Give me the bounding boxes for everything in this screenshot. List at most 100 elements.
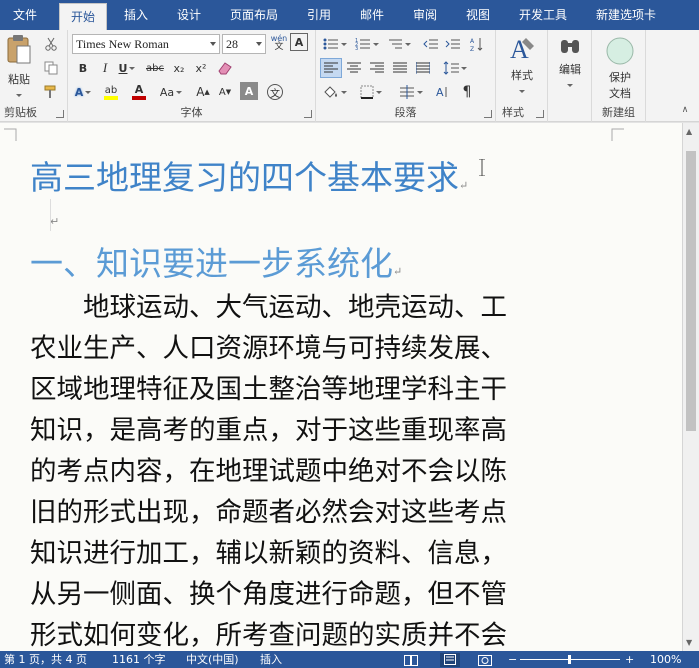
paste-button[interactable]: 粘贴: [4, 34, 34, 97]
language-indicator[interactable]: 中文(中国): [186, 651, 239, 668]
line-spacing-icon: [443, 61, 459, 75]
zoom-in-button[interactable]: +: [625, 651, 634, 668]
italic-button[interactable]: I: [94, 58, 116, 78]
tab-mailings[interactable]: 邮件: [349, 0, 395, 30]
zoom-slider-thumb[interactable]: [568, 655, 571, 664]
grow-font-button[interactable]: A ▲: [192, 82, 214, 102]
document-page[interactable]: 高三地理复习的四个基本要求↵ ↵ 一、知识要进一步系统化↵ 地球运动、大气运动、…: [0, 123, 682, 651]
change-case-button[interactable]: Aa: [156, 82, 186, 102]
increase-indent-button[interactable]: [442, 34, 464, 54]
char-shading-button[interactable]: A: [240, 82, 258, 100]
read-mode-icon[interactable]: [404, 654, 418, 668]
tab-file[interactable]: 文件: [0, 0, 50, 30]
status-bar: 第 1 页，共 4 页 1161 个字 中文(中国) 插入 − + 100%: [0, 651, 699, 668]
tab-view[interactable]: 视图: [455, 0, 501, 30]
underline-button[interactable]: U: [116, 58, 138, 78]
protect-document-button[interactable]: 保护 文档: [598, 36, 642, 100]
chinese-layout-button[interactable]: [396, 82, 426, 102]
page-count[interactable]: 第 1 页，共 4 页: [4, 651, 87, 668]
font-group-label: 字体: [180, 106, 203, 119]
eraser-icon: [218, 62, 232, 75]
sort-button[interactable]: AZ: [466, 34, 488, 54]
styles-button[interactable]: A 样式: [502, 34, 542, 96]
indent-guide: [50, 199, 51, 231]
font-launcher[interactable]: [304, 110, 312, 118]
collapse-ribbon-button[interactable]: ∧: [676, 102, 694, 118]
print-layout-icon[interactable]: [440, 653, 460, 667]
tab-insert[interactable]: 插入: [113, 0, 159, 30]
tab-home[interactable]: 开始: [59, 3, 107, 30]
justify-button[interactable]: [389, 58, 411, 78]
numbering-button[interactable]: 123: [352, 34, 382, 54]
distributed-button[interactable]: [412, 58, 434, 78]
char-border-button[interactable]: A: [290, 33, 308, 51]
shading-button[interactable]: [320, 82, 350, 102]
body-paragraph[interactable]: 地球运动、大气运动、地壳运动、工 农业生产、人口资源环境与可持续发展、 区域地理…: [30, 287, 605, 651]
char-shading-label: A: [244, 84, 254, 98]
styles-button-label: 样式: [511, 69, 533, 82]
scroll-up-icon[interactable]: ▲: [686, 127, 692, 136]
phonetic-guide-button[interactable]: wén 文: [268, 33, 290, 53]
bullets-button[interactable]: [320, 34, 350, 54]
body-line: 知识，是高考的重点，对于这些重现率高: [30, 415, 507, 446]
copy-button[interactable]: [40, 58, 62, 78]
show-marks-button[interactable]: ¶: [456, 82, 478, 102]
scroll-down-icon[interactable]: ▼: [686, 638, 692, 647]
font-size-value: 28: [226, 37, 238, 51]
body-line: 知识进行加工，辅以新颖的资料、信息，: [30, 538, 507, 569]
clear-formatting-button[interactable]: [214, 58, 236, 78]
tab-design[interactable]: 设计: [166, 0, 212, 30]
justify-icon: [393, 62, 407, 73]
insert-mode[interactable]: 插入: [260, 651, 282, 668]
word-count[interactable]: 1161 个字: [112, 651, 166, 668]
multilevel-list-button[interactable]: [384, 34, 414, 54]
asian-typography-button[interactable]: A: [432, 82, 454, 102]
bold-button[interactable]: B: [72, 58, 94, 78]
bold-label: B: [78, 61, 88, 75]
font-name-value: Times New Roman: [76, 37, 169, 51]
web-layout-icon[interactable]: [478, 654, 492, 668]
text-effects-button[interactable]: A: [72, 82, 94, 102]
paste-label: 粘贴: [8, 73, 30, 86]
document-title[interactable]: 高三地理复习的四个基本要求↵: [30, 151, 468, 199]
tab-page-layout[interactable]: 页面布局: [222, 0, 286, 30]
font-size-combo[interactable]: 28: [222, 34, 266, 54]
tab-references[interactable]: 引用: [296, 0, 342, 30]
decrease-indent-button[interactable]: [420, 34, 442, 54]
scrollbar-thumb[interactable]: [686, 151, 696, 431]
zoom-out-button[interactable]: −: [508, 651, 517, 668]
borders-button[interactable]: [356, 82, 386, 102]
vertical-scrollbar[interactable]: ▲ ▼: [682, 123, 699, 651]
body-line: 区域地理特征及国土整治等地理学科主干: [30, 374, 507, 405]
line-spacing-button[interactable]: [440, 58, 470, 78]
margin-corner-right: [611, 128, 624, 141]
format-painter-button[interactable]: [40, 82, 62, 102]
superscript-label: x²: [195, 61, 207, 75]
enclose-char-button[interactable]: 文: [264, 82, 286, 102]
align-right-button[interactable]: [366, 58, 388, 78]
tab-developer[interactable]: 开发工具: [510, 0, 576, 30]
heading-1[interactable]: 一、知识要进一步系统化↵: [30, 237, 402, 285]
styles-launcher[interactable]: [536, 110, 544, 118]
clipboard-launcher[interactable]: [56, 110, 64, 118]
distributed-icon: [416, 62, 430, 74]
document-area[interactable]: 高三地理复习的四个基本要求↵ ↵ 一、知识要进一步系统化↵ 地球运动、大气运动、…: [0, 123, 682, 651]
superscript-button[interactable]: x²: [190, 58, 212, 78]
font-name-combo[interactable]: Times New Roman: [72, 34, 220, 54]
highlight-button[interactable]: ab: [100, 82, 122, 102]
scissors-icon: [45, 37, 57, 51]
tab-review[interactable]: 审阅: [402, 0, 448, 30]
strikethrough-button[interactable]: abc: [144, 58, 166, 78]
paragraph-group-label: 段落: [394, 106, 417, 119]
font-color-button[interactable]: A: [128, 82, 150, 102]
subscript-button[interactable]: x₂: [168, 58, 190, 78]
italic-label: I: [102, 60, 108, 75]
editing-button[interactable]: 编辑: [552, 34, 588, 96]
shrink-font-button[interactable]: A ▼: [214, 82, 236, 102]
tab-new[interactable]: 新建选项卡: [588, 0, 664, 30]
zoom-level[interactable]: 100%: [650, 651, 681, 668]
align-center-button[interactable]: [343, 58, 365, 78]
cut-button[interactable]: [40, 34, 62, 54]
paragraph-launcher[interactable]: [484, 110, 492, 118]
align-left-button[interactable]: [320, 58, 342, 78]
